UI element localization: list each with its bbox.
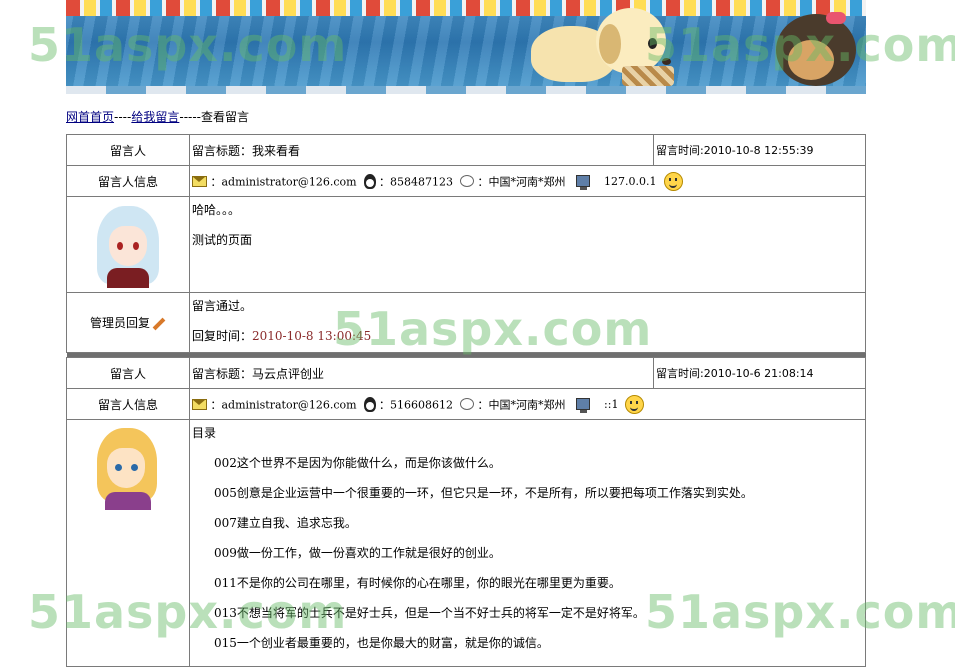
home-link[interactable]: 网首首页 [66,110,114,124]
author-info-label: 留言人信息 [66,165,190,197]
message-title-cell: 留言标题：我来看看 [189,134,654,166]
author-location: ：中国*河南*郑州 [477,175,566,188]
message-content: 目录 002这个世界不是因为你能做什么，而是你该做什么。 005创意是企业运营中… [189,419,866,667]
avatar-body [105,492,151,510]
message-title: 马云点评创业 [252,366,325,381]
breadcrumb-separator: ----- [179,110,202,124]
dark-puppy-bow [826,12,846,24]
avatar-eye [117,241,123,250]
title-prefix: 留言标题： [192,366,253,381]
content-line: 015一个创业者最重要的，也是你最大的财富，就是你的诚信。 [214,636,549,650]
time-prefix: 留言时间: [656,367,704,380]
author-ip: 127.0.0.1 [604,174,657,188]
message-header-row: 留言人 留言标题：马云点评创业 留言时间:2010-10-6 21:08:14 [66,357,866,389]
author-label: 留言人 [66,134,190,166]
message-board: 留言人 留言标题：我来看看 留言时间:2010-10-8 12:55:39 留言… [66,134,866,667]
header-banner [66,0,866,94]
message-time-cell: 留言时间:2010-10-8 12:55:39 [653,134,866,166]
dark-puppy-face [788,40,834,80]
content-heading: 目录 [192,426,217,440]
author-email: ：administrator@126.com [210,175,357,188]
admin-reply-text: 留言通过。 [192,299,253,313]
puppy-nose [662,58,671,65]
author-email: ：administrator@126.com [210,398,357,411]
message-header-row: 留言人 留言标题：我来看看 留言时间:2010-10-8 12:55:39 [66,134,866,166]
breadcrumb-current: 查看留言 [201,110,250,124]
lane-rope [66,0,866,16]
speech-bubble-icon [460,398,475,410]
content-line: 013不想当将军的士兵不是好士兵，但是一个当不好士兵的将军一定不是好将军。 [214,606,645,620]
puppy-ear [599,24,621,64]
smiley-icon [663,171,683,191]
avatar-face [109,225,147,266]
admin-reply-label-cell: 管理员回复 [66,292,190,353]
breadcrumb: 网首首页----给我留言-----查看留言 [66,108,249,125]
content-line: 007建立自我、追求忘我。 [214,516,357,530]
title-prefix: 留言标题： [192,143,253,158]
message-time: 2010-10-6 21:08:14 [703,367,814,380]
avatar-face [107,448,145,488]
pencil-icon [152,317,166,330]
computer-icon [576,175,591,190]
admin-reply-cell: 留言通过。 回复时间：2010-10-8 13:00:45 [189,292,866,353]
puppy-scarf [622,66,674,86]
leave-message-link[interactable]: 给我留言 [131,110,179,124]
avatar-body [107,267,149,288]
author-info-row: 留言人信息 ：administrator@126.com ：516608612 … [66,388,866,420]
speech-bubble-icon [460,175,475,187]
avatar-eye [133,241,139,250]
content-line: 002这个世界不是因为你能做什么，而是你该做什么。 [214,456,501,470]
reply-time: 2010-10-8 13:00:45 [252,329,372,343]
author-location: ：中国*河南*郑州 [477,398,566,411]
content-line: 哈哈。。。 [192,203,241,217]
email-icon [192,175,207,187]
avatar-eye [115,464,122,471]
content-line: 测试的页面 [192,233,253,247]
time-prefix: 留言时间: [656,144,704,157]
author-info-cell: ：administrator@126.com ：858487123 ：中国*河南… [189,165,866,197]
avatar-cell [66,196,190,293]
puppy-eye [648,38,657,49]
admin-reply-label: 管理员回复 [89,316,150,330]
author-info-cell: ：administrator@126.com ：516608612 ：中国*河南… [189,388,866,420]
avatar [93,202,163,288]
message-content: 哈哈。。。 测试的页面 [189,196,866,293]
author-info-label: 留言人信息 [66,388,190,420]
message-content-row: 哈哈。。。 测试的页面 [66,196,866,293]
avatar [93,424,163,510]
content-line: 009做一份工作，做一份喜欢的工作就是很好的创业。 [214,546,501,560]
pool-edge [66,86,866,94]
message-time-cell: 留言时间:2010-10-6 21:08:14 [653,357,866,389]
author-qq: ：516608612 [379,398,454,411]
message-time: 2010-10-8 12:55:39 [703,144,814,157]
content-line: 005创意是企业运营中一个很重要的一环，但它只是一环，不是所有，所以要把每项工作… [214,486,753,500]
author-qq: ：858487123 [379,175,454,188]
smiley-icon [625,394,645,414]
message-title-cell: 留言标题：马云点评创业 [189,357,654,389]
author-label: 留言人 [66,357,190,389]
content-line: 011不是你的公司在哪里，有时候你的心在哪里，你的眼光在哪里更为重要。 [214,576,621,590]
avatar-eye [131,464,138,471]
avatar-cell [66,419,190,667]
qq-icon [363,396,376,412]
message-title: 我来看看 [252,143,301,158]
author-info-row: 留言人信息 ：administrator@126.com ：858487123 … [66,165,866,197]
author-ip: ::1 [604,397,619,411]
email-icon [192,398,207,410]
message-content-row: 目录 002这个世界不是因为你能做什么，而是你该做什么。 005创意是企业运营中… [66,419,866,667]
qq-icon [363,173,376,189]
computer-icon [576,398,591,413]
breadcrumb-separator: ---- [114,110,132,124]
admin-reply-row: 管理员回复 留言通过。 回复时间：2010-10-8 13:00:45 [66,292,866,353]
reply-time-prefix: 回复时间： [192,329,253,343]
